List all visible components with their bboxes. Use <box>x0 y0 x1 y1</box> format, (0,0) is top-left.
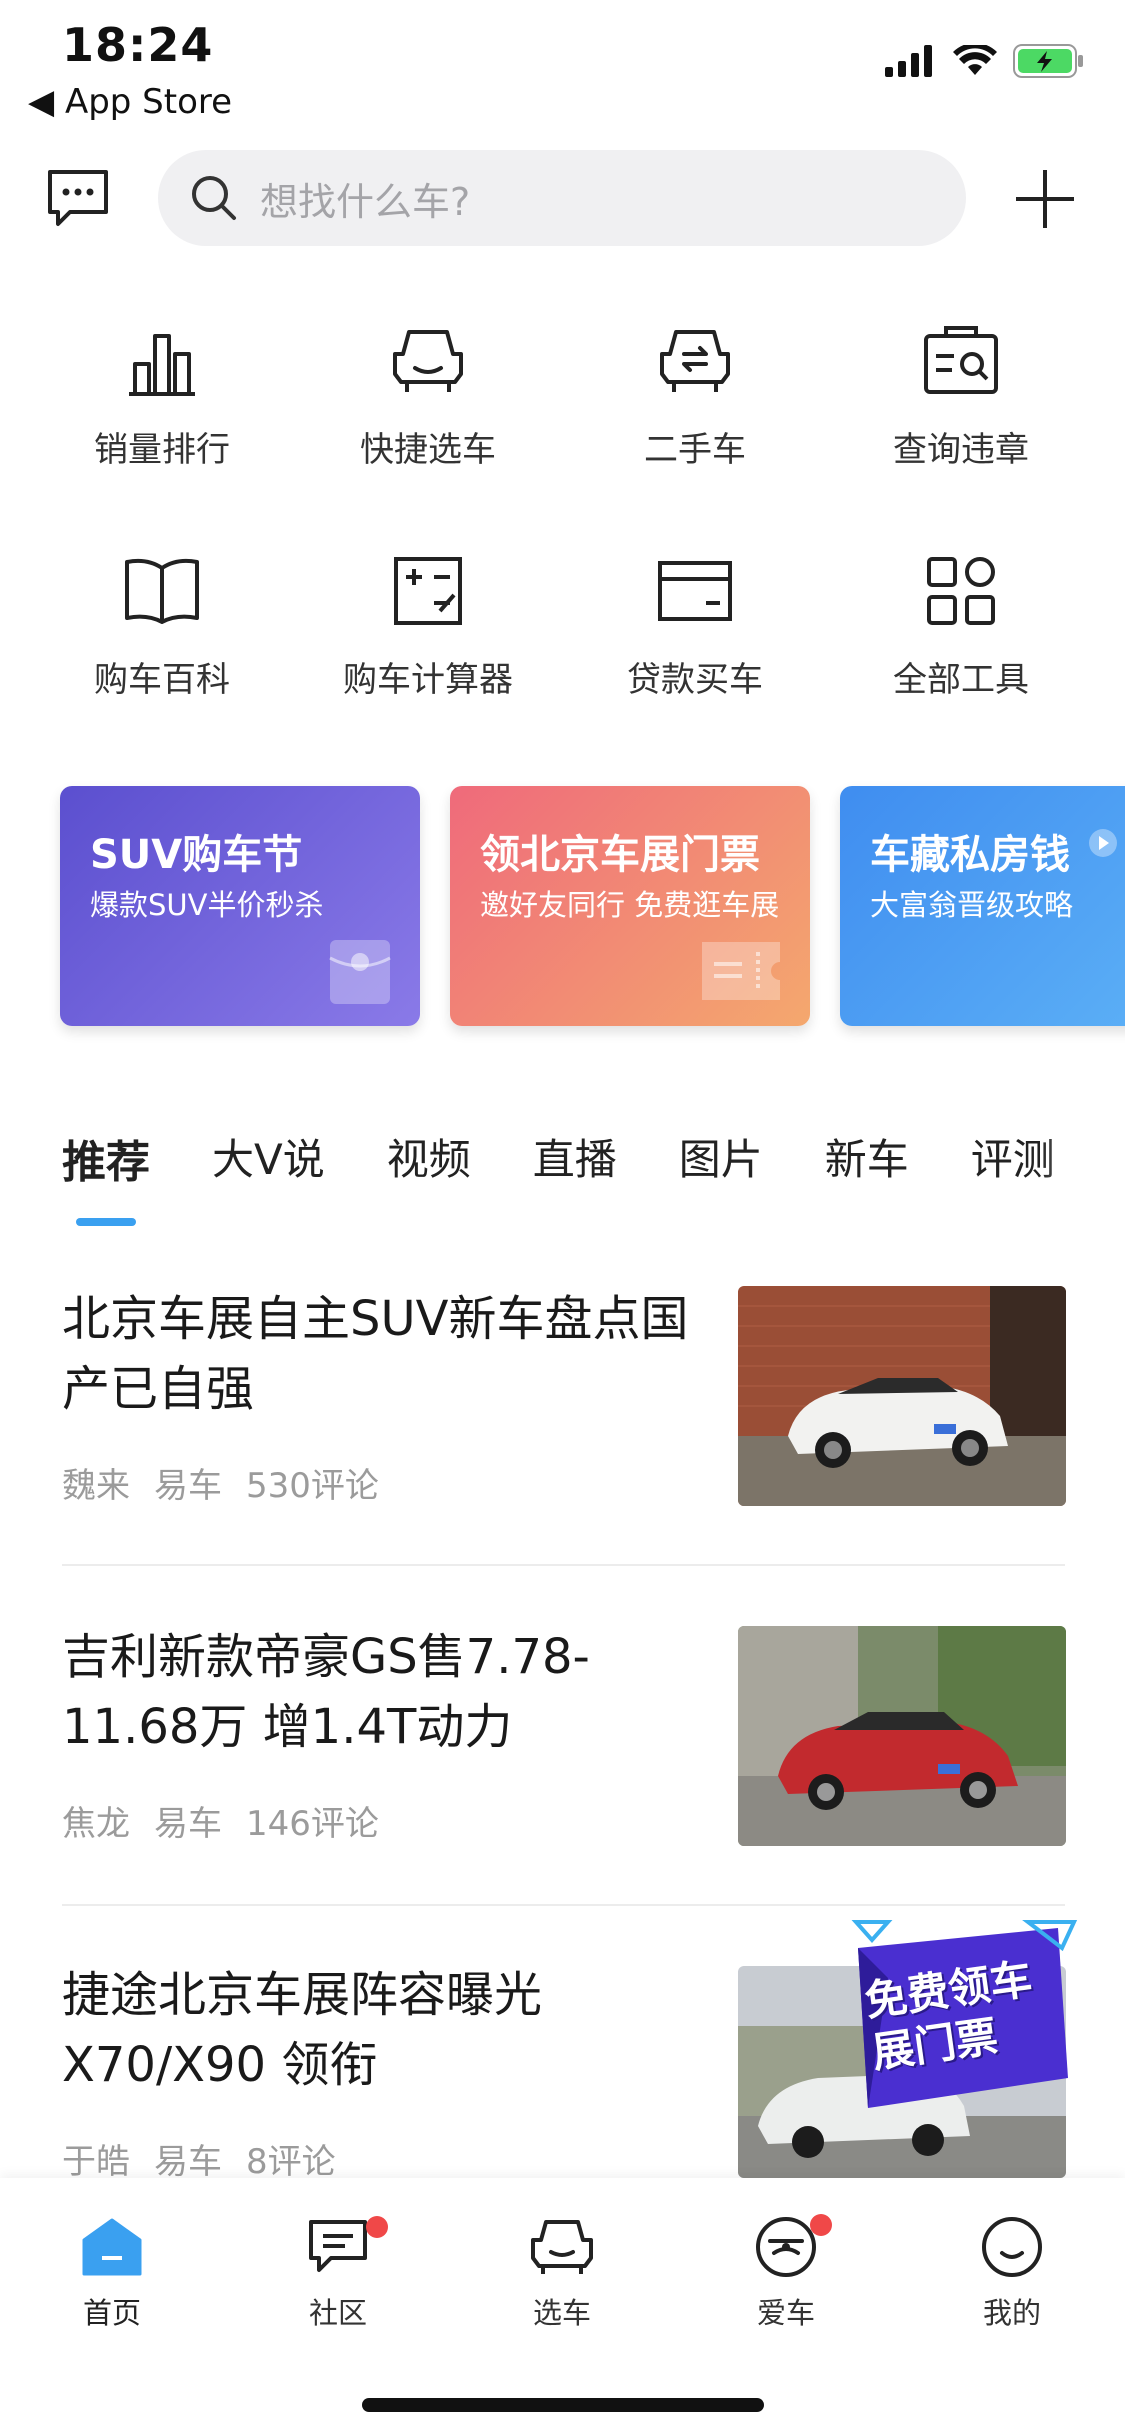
tool-label: 快捷选车 <box>360 430 496 470</box>
select-car-icon <box>531 2220 593 2274</box>
news-author: 于皓 <box>62 2142 130 2182</box>
my-car-icon <box>756 2217 816 2277</box>
tab-live[interactable]: 直播 <box>533 1126 617 1190</box>
tool-label: 二手车 <box>644 430 746 470</box>
promo-card-auto-show[interactable]: 领北京车展门票 邀好友同行 免费逛车展 <box>450 786 810 1026</box>
nav-label: 我的 <box>982 2296 1041 2330</box>
news-comments: 8评论 <box>246 2142 336 2182</box>
news-meta: 魏来 易车 530评论 <box>62 1458 379 1507</box>
tool-car-encyclopedia[interactable]: 购车百科 <box>47 536 277 701</box>
nav-label: 社区 <box>308 2296 367 2330</box>
news-title[interactable]: 北京车展自主SUV新车盘点国产已自强 <box>62 1284 702 1424</box>
bar-chart-icon <box>129 334 195 396</box>
nav-my-car[interactable]: 爱车 <box>706 2208 866 2332</box>
tab-big-v[interactable]: 大V说 <box>212 1126 325 1190</box>
promo-title: 领北京车展门票 <box>480 832 760 878</box>
car-photo-white-suv <box>738 1286 1066 1506</box>
back-to-app-store[interactable]: ◀ App Store <box>28 82 232 122</box>
tab-pictures[interactable]: 图片 <box>679 1126 763 1190</box>
tool-loan[interactable]: 贷款买车 <box>580 536 810 701</box>
community-icon <box>309 2220 367 2272</box>
add-button[interactable] <box>1012 166 1082 232</box>
status-time: 18:24 <box>62 18 214 72</box>
promo-title: 车藏私房钱 <box>870 832 1070 878</box>
tool-calculator[interactable]: 购车计算器 <box>313 536 543 701</box>
tool-label: 购车百科 <box>94 660 230 700</box>
tool-label: 查询违章 <box>893 430 1029 470</box>
search-placeholder: 想找什么车? <box>260 179 471 224</box>
tool-label: 贷款买车 <box>627 660 763 700</box>
car-icon <box>393 330 463 392</box>
promo-title: SUV购车节 <box>90 832 303 878</box>
promo-card-suv[interactable]: SUV购车节 爆款SUV半价秒杀 <box>60 786 420 1026</box>
wifi-icon <box>953 45 997 75</box>
news-source: 易车 <box>154 1804 222 1844</box>
promo-subtitle: 邀好友同行 免费逛车展 <box>480 888 780 922</box>
news-comments: 530评论 <box>246 1466 379 1506</box>
news-title[interactable]: 捷途北京车展阵容曝光 X70/X90 领衔 <box>62 1960 702 2100</box>
tool-violation-query[interactable]: 查询违章 <box>846 306 1076 471</box>
notification-dot <box>810 2214 832 2236</box>
promo-subtitle: 大富翁晋级攻略 <box>870 888 1074 922</box>
message-button[interactable] <box>46 168 110 228</box>
divider <box>62 1904 1065 1906</box>
tool-sales-ranking[interactable]: 销量排行 <box>47 306 277 471</box>
nav-community[interactable]: 社区 <box>258 2208 418 2332</box>
promo-subtitle: 爆款SUV半价秒杀 <box>90 888 324 922</box>
promo-card-savings[interactable]: 车藏私房钱 大富翁晋级攻略 <box>840 786 1125 1026</box>
profile-icon <box>982 2217 1042 2277</box>
search-bar[interactable]: 想找什么车? <box>158 150 966 246</box>
status-icons <box>885 44 1085 78</box>
plus-icon <box>1016 170 1074 228</box>
news-meta: 于皓 易车 8评论 <box>62 2134 336 2183</box>
news-author: 魏来 <box>62 1466 130 1506</box>
notification-dot <box>366 2216 388 2238</box>
active-tab-indicator <box>76 1218 136 1226</box>
tab-new-car[interactable]: 新车 <box>825 1126 909 1190</box>
home-icon <box>82 2218 142 2276</box>
news-source: 易车 <box>154 1466 222 1506</box>
news-source: 易车 <box>154 2142 222 2182</box>
news-comments: 146评论 <box>246 1804 379 1844</box>
signal-icon <box>885 45 932 77</box>
search-icon <box>192 176 236 220</box>
tool-quick-select[interactable]: 快捷选车 <box>313 306 543 471</box>
tool-used-car[interactable]: 二手车 <box>580 306 810 471</box>
tool-label: 销量排行 <box>94 430 230 470</box>
news-thumbnail[interactable] <box>738 1286 1066 1506</box>
nav-home[interactable]: 首页 <box>32 2208 192 2332</box>
free-ticket-badge[interactable]: 免费领车展门票 <box>848 1918 1078 2118</box>
home-indicator[interactable] <box>362 2398 764 2412</box>
tabs-fade <box>1040 1110 1125 1190</box>
book-icon <box>125 558 199 624</box>
play-arrow-icon <box>1089 829 1117 857</box>
news-meta: 焦龙 易车 146评论 <box>62 1796 379 1845</box>
tool-label: 购车计算器 <box>343 660 513 700</box>
news-thumbnail[interactable] <box>738 1626 1066 1846</box>
used-car-icon <box>660 330 730 392</box>
tool-label: 全部工具 <box>893 660 1029 700</box>
calculator-icon <box>394 557 462 625</box>
ticket-icon <box>702 942 780 1000</box>
nav-select-car[interactable]: 选车 <box>482 2208 642 2332</box>
grid-icon <box>927 557 995 625</box>
violation-search-icon <box>924 326 998 394</box>
content-tabs: 推荐 大V说 视频 直播 图片 新车 评测 <box>62 1126 1117 1190</box>
chat-icon <box>48 170 108 226</box>
tab-video[interactable]: 视频 <box>387 1126 471 1190</box>
news-title[interactable]: 吉利新款帝豪GS售7.78-11.68万 增1.4T动力 <box>62 1622 702 1762</box>
nav-label: 首页 <box>82 2296 141 2330</box>
nav-profile[interactable]: 我的 <box>932 2208 1092 2332</box>
divider <box>62 1564 1065 1566</box>
battery-icon <box>1013 44 1083 78</box>
tab-recommend[interactable]: 推荐 <box>62 1126 150 1190</box>
news-author: 焦龙 <box>62 1804 130 1844</box>
car-photo-red-suv <box>738 1626 1066 1846</box>
nav-label: 爱车 <box>756 2296 815 2330</box>
nav-label: 选车 <box>532 2296 591 2330</box>
red-envelope-icon <box>329 940 391 1004</box>
card-icon <box>658 561 732 621</box>
tool-all-tools[interactable]: 全部工具 <box>846 536 1076 701</box>
